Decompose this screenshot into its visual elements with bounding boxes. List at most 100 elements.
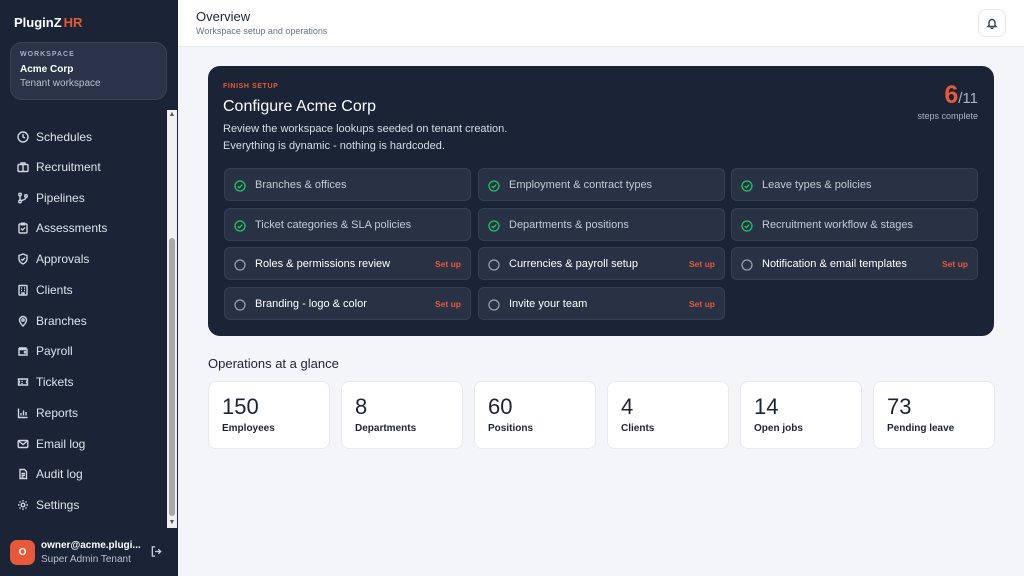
stat-value: 4: [621, 394, 634, 419]
sidebar-item-clients[interactable]: Clients: [0, 277, 166, 303]
empty-circle-icon: [234, 258, 246, 271]
empty-circle-icon: [488, 258, 500, 271]
sidebar-item-label: Settings: [36, 498, 80, 512]
notifications-button[interactable]: [978, 9, 1006, 37]
logout-icon[interactable]: [150, 545, 164, 559]
clipboard-icon: [17, 222, 29, 234]
set-up-link[interactable]: Set up: [435, 259, 461, 269]
sidebar-item-reports[interactable]: Reports: [0, 400, 166, 426]
setup-step[interactable]: Employment & contract types: [478, 168, 725, 201]
building-icon: [17, 284, 29, 296]
mail-icon: [17, 438, 29, 450]
sidebar-item-label: Schedules: [36, 130, 93, 144]
sidebar-item-audit-log[interactable]: Audit log: [0, 461, 166, 487]
user-role: Super Admin Tenant: [41, 554, 131, 565]
stat-label: Clients: [621, 423, 655, 434]
setup-step[interactable]: Branding - logo & color Set up: [224, 287, 471, 320]
steps-caption: steps complete: [917, 111, 978, 121]
stat-value: 60: [488, 394, 513, 419]
sidebar-item-assessments[interactable]: Assessments: [0, 215, 166, 241]
gear-icon: [17, 499, 29, 511]
sidebar-item-label: Reports: [36, 406, 79, 420]
sidebar-item-pipelines[interactable]: Pipelines: [0, 185, 166, 211]
sidebar-item-recruitment[interactable]: Recruitment: [0, 154, 166, 180]
sidebar-item-email-log[interactable]: Email log: [0, 431, 166, 457]
setup-step[interactable]: Departments & positions: [478, 208, 725, 241]
sidebar-item-branches[interactable]: Branches: [0, 308, 166, 334]
setup-description: Review the workspace lookups seeded on t…: [223, 123, 508, 135]
setup-step-label: Notification & email templates: [762, 257, 907, 270]
map-pin-icon: [17, 315, 29, 327]
operations-title: Operations at a glance: [208, 356, 339, 371]
check-circle-icon: [741, 219, 753, 232]
sidebar-item-label: Pipelines: [36, 191, 85, 205]
set-up-link[interactable]: Set up: [689, 299, 715, 309]
sidebar-nav: Schedules Recruitment Pipelines Assessme…: [0, 106, 168, 528]
setup-label: FINISH SETUP: [223, 83, 279, 90]
ticket-icon: [17, 376, 29, 388]
setup-step[interactable]: Recruitment workflow & stages: [731, 208, 978, 241]
stat-card[interactable]: 73 Pending leave: [873, 381, 995, 449]
avatar: O: [10, 540, 35, 565]
stat-label: Pending leave: [887, 423, 955, 434]
workspace-switcher[interactable]: WORKSPACE Acme Corp Tenant workspace: [10, 42, 167, 100]
setup-step-label: Employment & contract types: [509, 178, 653, 191]
check-circle-icon: [741, 179, 753, 192]
sidebar-item-approvals[interactable]: Approvals: [0, 246, 166, 272]
sidebar-item-tickets[interactable]: Tickets: [0, 369, 166, 395]
setup-progress: 6/11 steps complete: [917, 81, 978, 121]
setup-step-label: Invite your team: [509, 297, 588, 310]
set-up-link[interactable]: Set up: [942, 259, 968, 269]
setup-step[interactable]: Invite your team Set up: [478, 287, 725, 320]
page-subtitle: Workspace setup and operations: [196, 26, 328, 36]
sidebar-item-label: Approvals: [36, 252, 90, 266]
setup-step[interactable]: Leave types & policies: [731, 168, 978, 201]
setup-step[interactable]: Roles & permissions review Set up: [224, 247, 471, 280]
scroll-down-arrow-icon[interactable]: ▼: [167, 518, 177, 528]
scrollbar-thumb[interactable]: [169, 238, 175, 516]
sidebar-item-schedules[interactable]: Schedules: [0, 124, 166, 150]
setup-step[interactable]: Notification & email templates Set up: [731, 247, 978, 280]
user-profile[interactable]: O owner@acme.plugi... Super Admin Tenant: [0, 532, 178, 576]
sidebar-item-settings[interactable]: Settings: [0, 492, 166, 518]
scroll-up-arrow-icon[interactable]: ▲: [167, 110, 177, 120]
stat-label: Open jobs: [754, 423, 803, 434]
brand-logo[interactable]: PluginZ HR: [14, 15, 82, 30]
pipeline-icon: [17, 192, 29, 204]
setup-title: Configure Acme Corp: [223, 98, 376, 115]
bar-chart-icon: [17, 407, 29, 419]
stat-card[interactable]: 8 Departments: [341, 381, 463, 449]
empty-circle-icon: [488, 298, 500, 311]
sidebar-scrollbar[interactable]: ▲ ▼: [167, 110, 177, 528]
workspace-subtitle: Tenant workspace: [20, 78, 101, 89]
setup-description: Everything is dynamic - nothing is hardc…: [223, 140, 445, 152]
workspace-label: WORKSPACE: [20, 51, 75, 58]
check-circle-icon: [488, 219, 500, 232]
sidebar-item-label: Recruitment: [36, 160, 101, 174]
setup-card: FINISH SETUP Configure Acme Corp Review …: [208, 66, 994, 336]
setup-step[interactable]: Ticket categories & SLA policies: [224, 208, 471, 241]
empty-circle-icon: [741, 258, 753, 271]
wallet-icon: [17, 345, 29, 357]
sidebar-item-label: Payroll: [36, 344, 73, 358]
brand-suffix: HR: [63, 15, 83, 30]
steps-done: 6: [944, 81, 959, 109]
stat-label: Positions: [488, 423, 534, 434]
stat-card[interactable]: 14 Open jobs: [740, 381, 862, 449]
steps-total: /11: [958, 90, 978, 107]
stat-card[interactable]: 60 Positions: [474, 381, 596, 449]
setup-step[interactable]: Currencies & payroll setup Set up: [478, 247, 725, 280]
set-up-link[interactable]: Set up: [435, 299, 461, 309]
sidebar-item-label: Tickets: [36, 375, 74, 389]
stat-card[interactable]: 150 Employees: [208, 381, 330, 449]
sidebar-item-label: Email log: [36, 437, 86, 451]
check-circle-icon: [488, 179, 500, 192]
setup-step-label: Leave types & policies: [762, 178, 872, 191]
stat-card[interactable]: 4 Clients: [607, 381, 729, 449]
set-up-link[interactable]: Set up: [689, 259, 715, 269]
setup-step[interactable]: Branches & offices: [224, 168, 471, 201]
bell-icon: [986, 17, 998, 29]
page-header: Overview Workspace setup and operations: [178, 0, 1024, 47]
shield-check-icon: [17, 253, 29, 265]
sidebar-item-payroll[interactable]: Payroll: [0, 338, 166, 364]
